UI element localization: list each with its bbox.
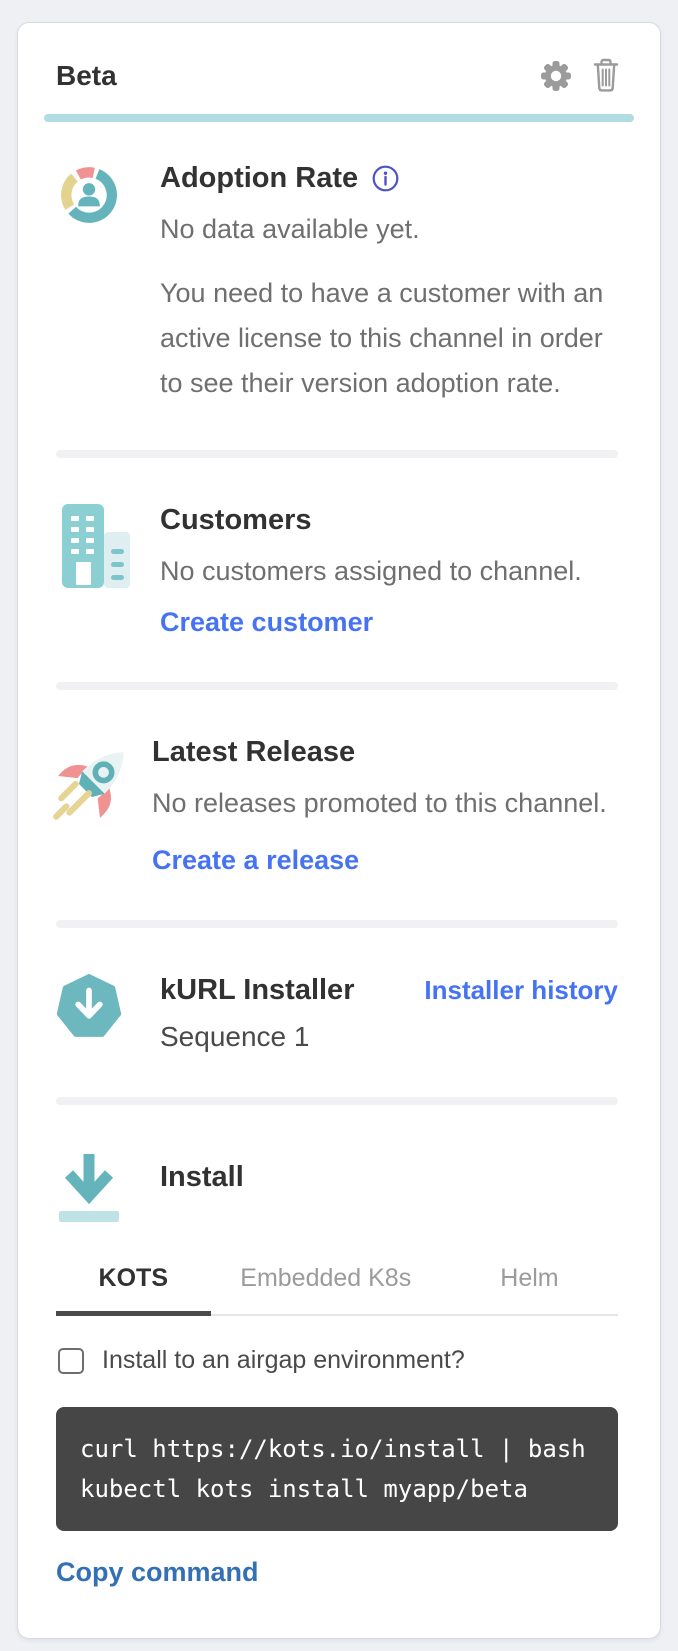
create-customer-link[interactable]: Create customer xyxy=(160,607,373,638)
adoption-help-text: You need to have a customer with an acti… xyxy=(160,271,618,406)
channel-title: Beta xyxy=(56,60,117,92)
card-header: Beta xyxy=(18,51,660,114)
kurl-installer-title: kURL Installer xyxy=(160,974,354,1007)
tab-helm[interactable]: Helm xyxy=(441,1264,618,1316)
kurl-installer-section: kURL Installer Installer history Sequenc… xyxy=(56,928,618,1097)
customers-empty-text: No customers assigned to channel. xyxy=(160,551,618,591)
install-command-block: curl https://kots.io/install | bashkubec… xyxy=(56,1407,618,1531)
airgap-row: Install to an airgap environment? xyxy=(58,1346,616,1375)
latest-release-title: Latest Release xyxy=(152,736,618,769)
airgap-label: Install to an airgap environment? xyxy=(102,1346,465,1375)
header-actions xyxy=(538,57,622,94)
gear-icon xyxy=(538,82,574,97)
settings-button[interactable] xyxy=(538,58,574,94)
install-tabs: KOTS Embedded K8s Helm xyxy=(56,1264,618,1316)
channel-card: Beta xyxy=(17,22,661,1639)
card-body: Adoption Rate No data available yet. You… xyxy=(18,122,660,1638)
kurl-badge-icon xyxy=(56,974,126,1053)
adoption-donut-icon xyxy=(56,162,126,406)
adoption-rate-title: Adoption Rate xyxy=(160,162,358,195)
tab-embedded-k8s[interactable]: Embedded K8s xyxy=(211,1264,441,1316)
installer-history-link[interactable]: Installer history xyxy=(424,975,618,1006)
section-divider xyxy=(56,1097,618,1105)
trash-icon xyxy=(590,82,622,97)
delete-button[interactable] xyxy=(590,57,622,94)
command-line: kubectl kots install myapp/beta xyxy=(80,1469,594,1509)
info-circle-icon[interactable] xyxy=(372,165,399,192)
create-release-link[interactable]: Create a release xyxy=(152,845,359,876)
latest-release-section: Latest Release No releases promoted to t… xyxy=(56,690,618,920)
adoption-rate-section: Adoption Rate No data available yet. You… xyxy=(56,122,618,450)
download-arrow-icon xyxy=(56,1151,126,1230)
customers-section: Customers No customers assigned to chann… xyxy=(56,458,618,682)
release-empty-text: No releases promoted to this channel. xyxy=(152,783,618,823)
section-divider xyxy=(56,450,618,458)
airgap-checkbox[interactable] xyxy=(58,1348,84,1374)
rocket-icon xyxy=(48,736,118,876)
customers-title: Customers xyxy=(160,504,618,537)
command-line: curl https://kots.io/install | bash xyxy=(80,1429,594,1469)
tab-kots[interactable]: KOTS xyxy=(56,1264,211,1316)
adoption-empty-text: No data available yet. xyxy=(160,209,618,249)
section-divider xyxy=(56,682,618,690)
installer-sequence: Sequence 1 xyxy=(160,1021,618,1053)
install-title: Install xyxy=(160,1161,618,1194)
channel-accent-bar xyxy=(44,114,634,122)
install-section: Install KOTS Embedded K8s Helm Install t… xyxy=(56,1105,618,1596)
buildings-icon xyxy=(56,504,126,638)
section-divider xyxy=(56,920,618,928)
copy-command-link[interactable]: Copy command xyxy=(56,1557,259,1588)
